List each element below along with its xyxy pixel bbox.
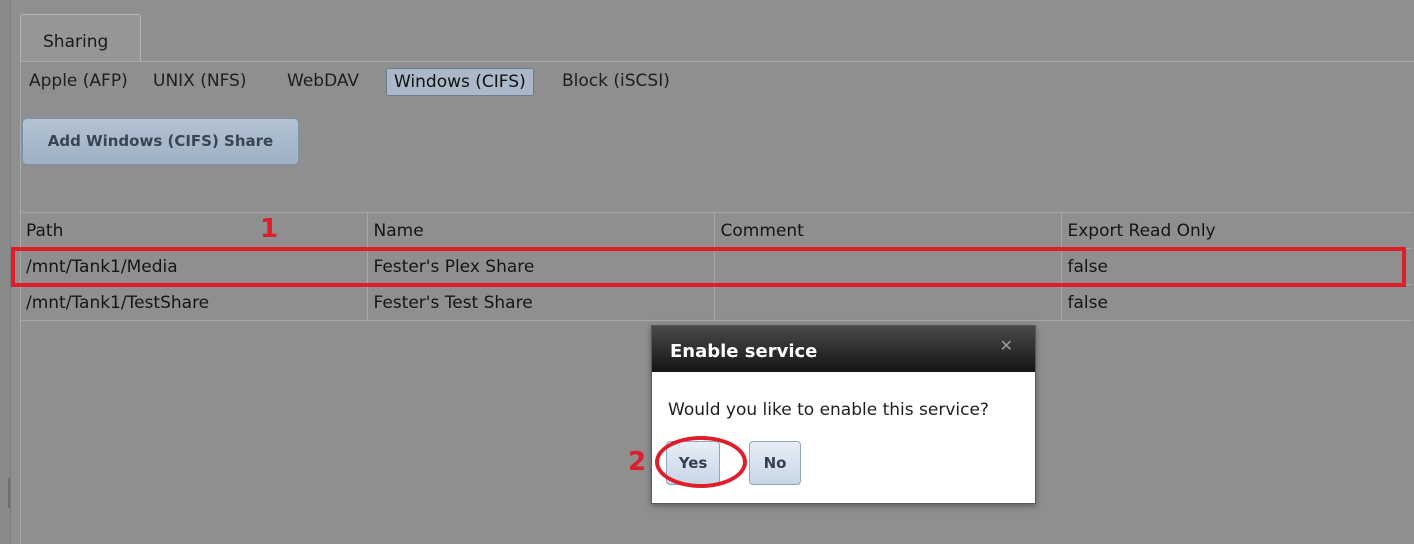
add-windows-share-button[interactable]: Add Windows (CIFS) Share xyxy=(22,118,299,165)
subtab-webdav[interactable]: WebDAV xyxy=(287,71,359,91)
table-row[interactable]: /mnt/Tank1/TestShare Fester's Test Share… xyxy=(20,284,1412,321)
left-rail xyxy=(0,0,11,544)
cell-name: Fester's Test Share xyxy=(367,284,715,321)
table-header-row: Path Name Comment Export Read Only xyxy=(20,212,1412,249)
cell-read-only: false xyxy=(1061,284,1412,321)
no-button[interactable]: No xyxy=(749,441,801,485)
subtab-windows-cifs[interactable]: Windows (CIFS) xyxy=(386,68,534,96)
cell-comment xyxy=(714,284,1062,321)
column-header-export-read-only[interactable]: Export Read Only xyxy=(1061,212,1412,249)
dialog-header: Enable service ✕ xyxy=(652,326,1035,372)
annotation-highlight-row xyxy=(11,247,1406,287)
annotation-step-1: 1 xyxy=(260,214,279,244)
column-header-path[interactable]: Path xyxy=(20,212,368,249)
subtab-block-iscsi[interactable]: Block (iSCSI) xyxy=(562,71,670,91)
subtab-apple-afp[interactable]: Apple (AFP) xyxy=(29,71,128,91)
rail-handle[interactable] xyxy=(8,478,10,508)
close-icon[interactable]: ✕ xyxy=(1000,336,1013,355)
column-header-name[interactable]: Name xyxy=(367,212,715,249)
tab-sharing[interactable]: Sharing xyxy=(20,14,141,62)
dialog-message: Would you like to enable this service? xyxy=(668,400,989,420)
dialog-title: Enable service xyxy=(670,341,818,362)
subtab-unix-nfs[interactable]: UNIX (NFS) xyxy=(153,71,246,91)
column-header-comment[interactable]: Comment xyxy=(714,212,1062,249)
annotation-step-2: 2 xyxy=(628,447,647,477)
annotation-yes-circle xyxy=(655,436,747,488)
cell-path: /mnt/Tank1/TestShare xyxy=(20,284,368,321)
